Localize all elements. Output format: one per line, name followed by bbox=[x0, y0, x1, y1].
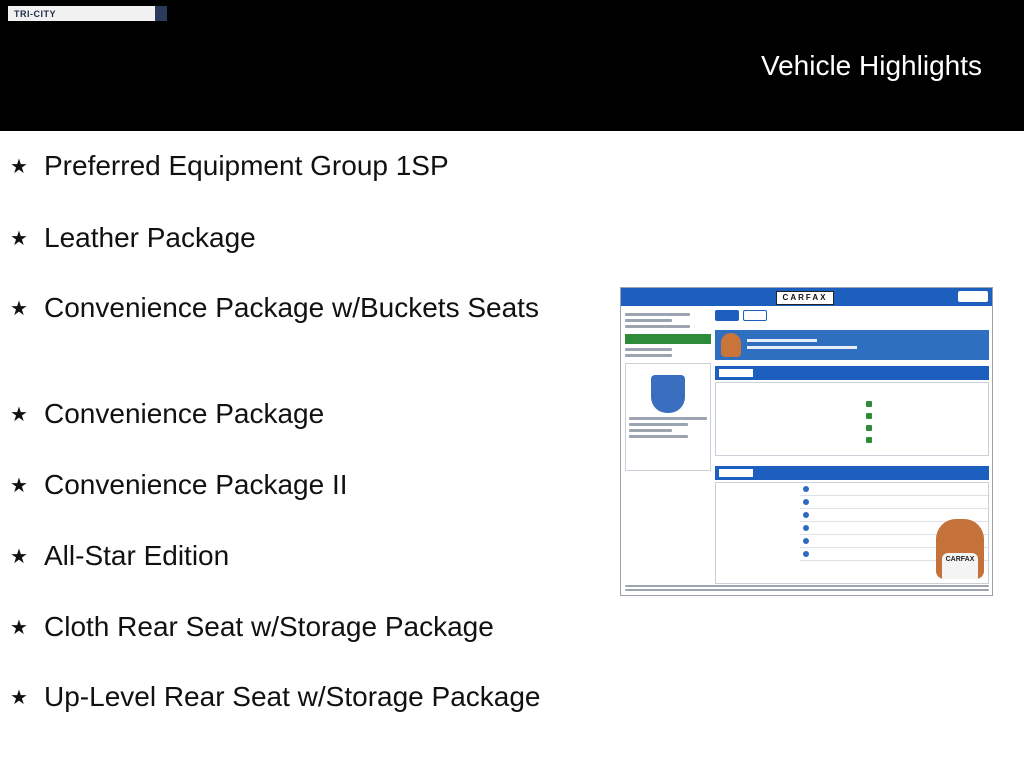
dealer-phone-block bbox=[155, 6, 167, 21]
carfax-sidebar bbox=[625, 310, 711, 590]
print-button bbox=[958, 291, 988, 302]
footnote-line bbox=[625, 589, 989, 591]
highlight-item: ★ Preferred Equipment Group 1SP bbox=[10, 148, 544, 186]
sidebar-text-line bbox=[629, 435, 688, 438]
carfax-top-bar: CARFAX bbox=[621, 288, 992, 306]
carfax-logo: CARFAX bbox=[776, 291, 834, 305]
highlight-item: ★ Convenience Package bbox=[10, 396, 544, 434]
carfax-mini-logo bbox=[719, 369, 753, 377]
page-title: Vehicle Highlights bbox=[760, 50, 982, 81]
carfax-fox-icon bbox=[721, 333, 741, 357]
history-report-bar bbox=[715, 466, 989, 480]
status-dot-icon bbox=[803, 499, 809, 505]
carfax-mini-logo bbox=[719, 469, 753, 477]
sidebar-text-line bbox=[629, 429, 672, 432]
highlight-item: ★ Convenience Package w/Buckets Seats bbox=[10, 290, 544, 328]
star-bullet-icon: ★ bbox=[10, 404, 28, 426]
star-bullet-icon: ★ bbox=[10, 228, 28, 250]
header-band: TRI-CITY Vehicle Highlights bbox=[0, 0, 1024, 131]
check-icon bbox=[866, 425, 872, 431]
banner-text-line bbox=[747, 346, 857, 349]
status-dot-icon bbox=[803, 538, 809, 544]
sidebar-card bbox=[625, 363, 711, 471]
highlight-item: ★ Up-Level Rear Seat w/Storage Package bbox=[10, 679, 544, 717]
history-row bbox=[800, 483, 990, 496]
sidebar-text-line bbox=[625, 319, 673, 322]
tab-spanish bbox=[743, 310, 767, 321]
star-bullet-icon: ★ bbox=[10, 617, 28, 639]
history-snapshot-bar bbox=[715, 366, 989, 380]
history-report-panel: CARFAX bbox=[715, 482, 990, 584]
banner-text-line bbox=[747, 339, 817, 342]
dealer-logo[interactable]: TRI-CITY bbox=[8, 6, 167, 21]
highlight-item: ★ Convenience Package II bbox=[10, 467, 544, 505]
highlight-item: ★ All-Star Edition bbox=[10, 538, 544, 576]
highlight-text: All-Star Edition bbox=[44, 540, 230, 571]
carfax-banner bbox=[715, 330, 989, 360]
star-bullet-icon: ★ bbox=[10, 156, 28, 178]
highlight-item: ★ Leather Package bbox=[10, 220, 544, 258]
sidebar-text-line bbox=[629, 417, 707, 420]
sidebar-nav-active bbox=[625, 334, 711, 344]
sidebar-text-line bbox=[625, 325, 690, 328]
highlight-text: Leather Package bbox=[44, 222, 256, 253]
carfax-footnote bbox=[625, 583, 989, 593]
carfax-tabs bbox=[715, 310, 989, 321]
check-icon bbox=[866, 413, 872, 419]
highlight-text: Preferred Equipment Group 1SP bbox=[44, 150, 449, 181]
fox-shirt-text: CARFAX bbox=[942, 553, 978, 579]
check-icon bbox=[866, 401, 872, 407]
dealer-logo-text: TRI-CITY bbox=[14, 8, 56, 19]
status-dot-icon bbox=[803, 525, 809, 531]
check-icon bbox=[866, 437, 872, 443]
highlight-text: Convenience Package II bbox=[44, 469, 348, 500]
sidebar-text-line bbox=[625, 313, 690, 316]
carfax-fox-mascot-icon: CARFAX bbox=[936, 519, 984, 579]
history-snapshot-panel bbox=[715, 382, 989, 456]
star-bullet-icon: ★ bbox=[10, 475, 28, 497]
one-owner-badge-icon bbox=[651, 375, 685, 413]
sidebar-text-line bbox=[625, 354, 673, 357]
carfax-report-thumbnail[interactable]: CARFAX CARFAX bbox=[620, 287, 993, 596]
status-dot-icon bbox=[803, 551, 809, 557]
star-bullet-icon: ★ bbox=[10, 298, 28, 320]
highlight-text: Cloth Rear Seat w/Storage Package bbox=[44, 611, 494, 642]
tab-english bbox=[715, 310, 739, 321]
status-dot-icon bbox=[803, 512, 809, 518]
star-bullet-icon: ★ bbox=[10, 546, 28, 568]
carfax-main: CARFAX bbox=[715, 310, 990, 590]
history-row bbox=[800, 496, 990, 509]
footnote-line bbox=[625, 585, 989, 587]
star-bullet-icon: ★ bbox=[10, 687, 28, 709]
highlight-text: Convenience Package bbox=[44, 398, 325, 429]
sidebar-text-line bbox=[629, 423, 688, 426]
highlight-item: ★ Cloth Rear Seat w/Storage Package bbox=[10, 609, 544, 647]
highlight-text: Up-Level Rear Seat w/Storage Package bbox=[44, 681, 541, 712]
highlight-text: Convenience Package w/Buckets Seats bbox=[44, 292, 539, 323]
status-dot-icon bbox=[803, 486, 809, 492]
sidebar-text-line bbox=[625, 348, 673, 351]
